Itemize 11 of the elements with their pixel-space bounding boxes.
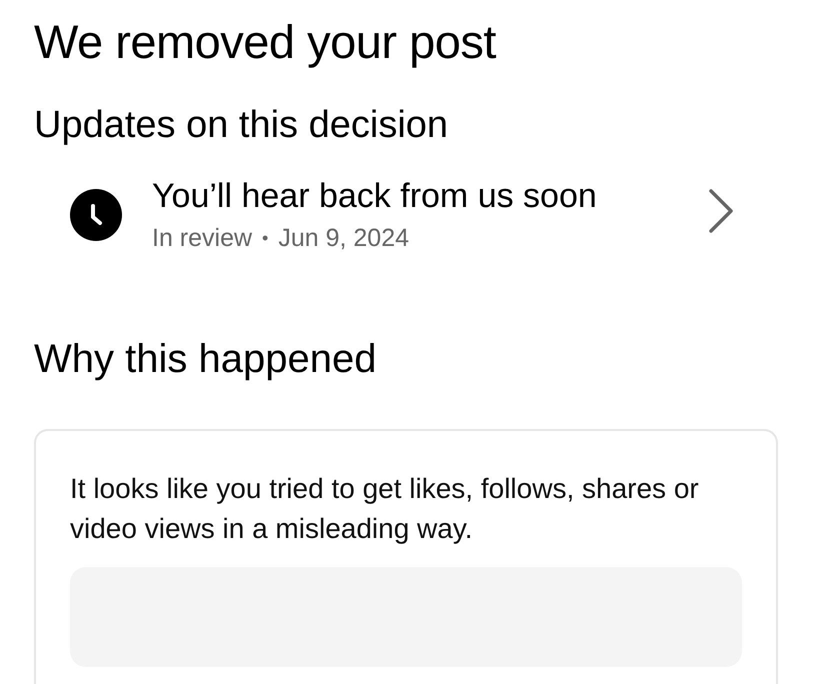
section-heading: Why this happened	[34, 336, 378, 383]
section-heading: Updates on this decision	[34, 103, 450, 148]
date-text: Jun 9, 2024	[278, 223, 410, 254]
chevron-right-icon	[708, 188, 734, 234]
update-title: You’ll hear back from us soon	[152, 176, 598, 217]
page-title: We removed your post	[34, 14, 498, 70]
status-text: In review	[152, 223, 252, 254]
separator-dot: •	[262, 227, 268, 250]
clock-icon	[70, 188, 122, 240]
reason-text: It looks like you tried to get likes, follows, shares or video views in a misleading way.	[70, 472, 700, 546]
update-item[interactable]: You’ll hear back from us soon In review • Jun 9, 2024	[34, 174, 780, 255]
